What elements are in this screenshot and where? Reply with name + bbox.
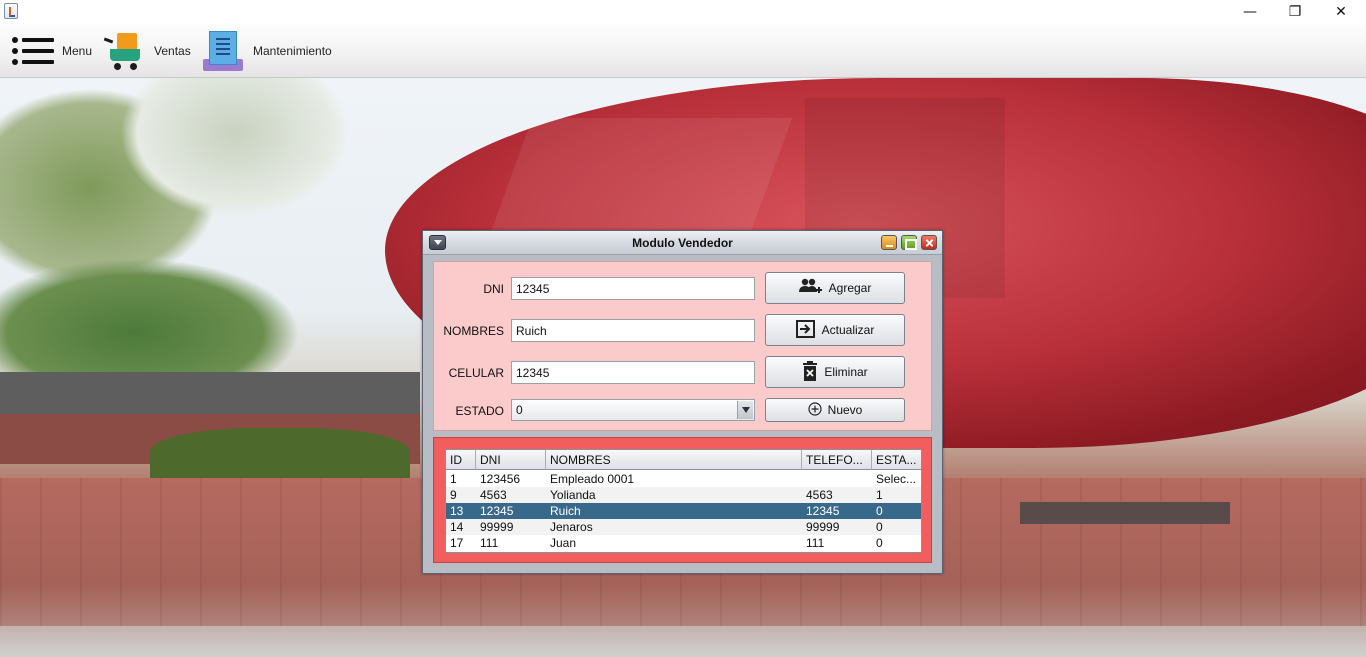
vendedores-table-panel: ID DNI NOMBRES TELEFO... ESTA... 1 12345… [433, 437, 932, 563]
eliminar-label: Eliminar [824, 365, 868, 379]
estado-label: ESTADO [455, 404, 504, 418]
menu-item-mantenimiento[interactable]: Mantenimiento [203, 23, 332, 78]
menu-item-ventas[interactable]: Ventas [103, 23, 191, 78]
column-header-telefono[interactable]: TELEFO... [802, 450, 872, 470]
column-header-id[interactable]: ID [446, 450, 476, 470]
cell-telefono: 111 [806, 536, 825, 550]
cell-estado: 0 [876, 504, 883, 518]
celular-label: CELULAR [448, 366, 504, 380]
table-row[interactable]: 1 123456 Empleado 0001 Selec... [446, 471, 921, 487]
menu-item-menu[interactable]: Menu [12, 23, 92, 78]
hamburger-menu-icon [12, 35, 54, 67]
actualizar-button[interactable]: Actualizar [765, 314, 905, 346]
column-header-estado[interactable]: ESTA... [872, 450, 921, 470]
sign-in-icon [795, 319, 816, 341]
agregar-label: Agregar [828, 281, 872, 295]
cell-id: 13 [450, 504, 464, 518]
dni-field[interactable]: 12345 [511, 277, 755, 300]
trash-icon [802, 360, 818, 384]
menu-item-label: Mantenimiento [253, 43, 332, 58]
cell-nombres: Juan [550, 536, 577, 550]
add-user-icon [798, 278, 823, 299]
cell-id: 14 [450, 520, 464, 534]
actualizar-label: Actualizar [821, 323, 875, 337]
os-title-bar: — ❐ ✕ [0, 0, 1366, 23]
minimize-icon[interactable] [881, 235, 897, 250]
column-header-nombres[interactable]: NOMBRES [546, 450, 802, 470]
menu-bar: Menu Ventas Mantenimiento [0, 23, 1366, 78]
cell-nombres: Yolianda [550, 488, 596, 502]
table-row[interactable]: 9 4563 Yolianda 4563 1 [446, 487, 921, 503]
vendedores-table[interactable]: ID DNI NOMBRES TELEFO... ESTA... 1 12345… [445, 449, 922, 553]
close-icon[interactable] [921, 235, 937, 250]
cell-estado: 1 [876, 488, 883, 502]
celular-field[interactable]: 12345 [511, 361, 755, 384]
nuevo-label: Nuevo [827, 403, 863, 417]
window-title: Modulo Vendedor [632, 236, 733, 250]
cell-telefono [802, 471, 872, 487]
menu-item-label: Ventas [154, 43, 191, 58]
cell-dni: 4563 [480, 488, 507, 502]
chevron-down-icon[interactable] [737, 401, 753, 419]
table-row[interactable]: 14 99999 Jenaros 99999 0 [446, 519, 921, 535]
table-row[interactable]: 17 111 Juan 111 0 [446, 535, 921, 551]
estado-selected-value: 0 [516, 403, 523, 417]
receipt-icon [203, 30, 243, 71]
window-title-bar[interactable]: Modulo Vendedor [423, 231, 942, 255]
window-close-button[interactable]: ✕ [1318, 0, 1364, 23]
cell-telefono: 12345 [806, 504, 840, 518]
cell-id: 17 [450, 536, 464, 550]
cell-dni: 99999 [480, 520, 514, 534]
nombres-field[interactable]: Ruich [511, 319, 755, 342]
cell-estado: Selec... [876, 472, 917, 486]
nombres-label: NOMBRES [443, 324, 504, 338]
cell-telefono: 4563 [806, 488, 833, 502]
cell-telefono: 99999 [806, 520, 840, 534]
cell-id: 1 [450, 472, 457, 486]
plus-circle-icon [808, 401, 822, 419]
estado-select[interactable]: 0 [511, 399, 755, 421]
maximize-icon[interactable] [901, 235, 917, 250]
dni-label: DNI [483, 282, 504, 296]
table-row-selected[interactable]: 13 12345 Ruich 12345 0 [446, 503, 921, 519]
agregar-button[interactable]: Agregar [765, 272, 905, 304]
cell-id: 9 [450, 488, 457, 502]
shopping-cart-icon [103, 31, 144, 71]
menu-item-label: Menu [62, 43, 93, 58]
modulo-vendedor-window: Modulo Vendedor DNI 12345 NOMBRES Ruich … [422, 230, 943, 574]
java-app-icon [4, 3, 18, 19]
table-header: ID DNI NOMBRES TELEFO... ESTA... [446, 450, 921, 470]
cell-dni: 123456 [480, 472, 521, 486]
cell-nombres: Ruich [550, 504, 581, 518]
cell-dni: 12345 [480, 504, 514, 518]
column-header-dni[interactable]: DNI [476, 450, 546, 470]
cell-nombres: Jenaros [550, 520, 593, 534]
eliminar-button[interactable]: Eliminar [765, 356, 905, 388]
vendedor-form: DNI 12345 NOMBRES Ruich CELULAR 12345 ES… [433, 261, 932, 431]
window-restore-button[interactable]: ❐ [1272, 0, 1318, 23]
cell-nombres: Empleado 0001 [550, 472, 635, 486]
window-minimize-button[interactable]: — [1227, 0, 1273, 23]
cell-estado: 0 [876, 520, 883, 534]
cell-estado: 0 [876, 536, 883, 550]
cell-dni: 111 [480, 536, 499, 550]
nuevo-button[interactable]: Nuevo [765, 398, 905, 422]
